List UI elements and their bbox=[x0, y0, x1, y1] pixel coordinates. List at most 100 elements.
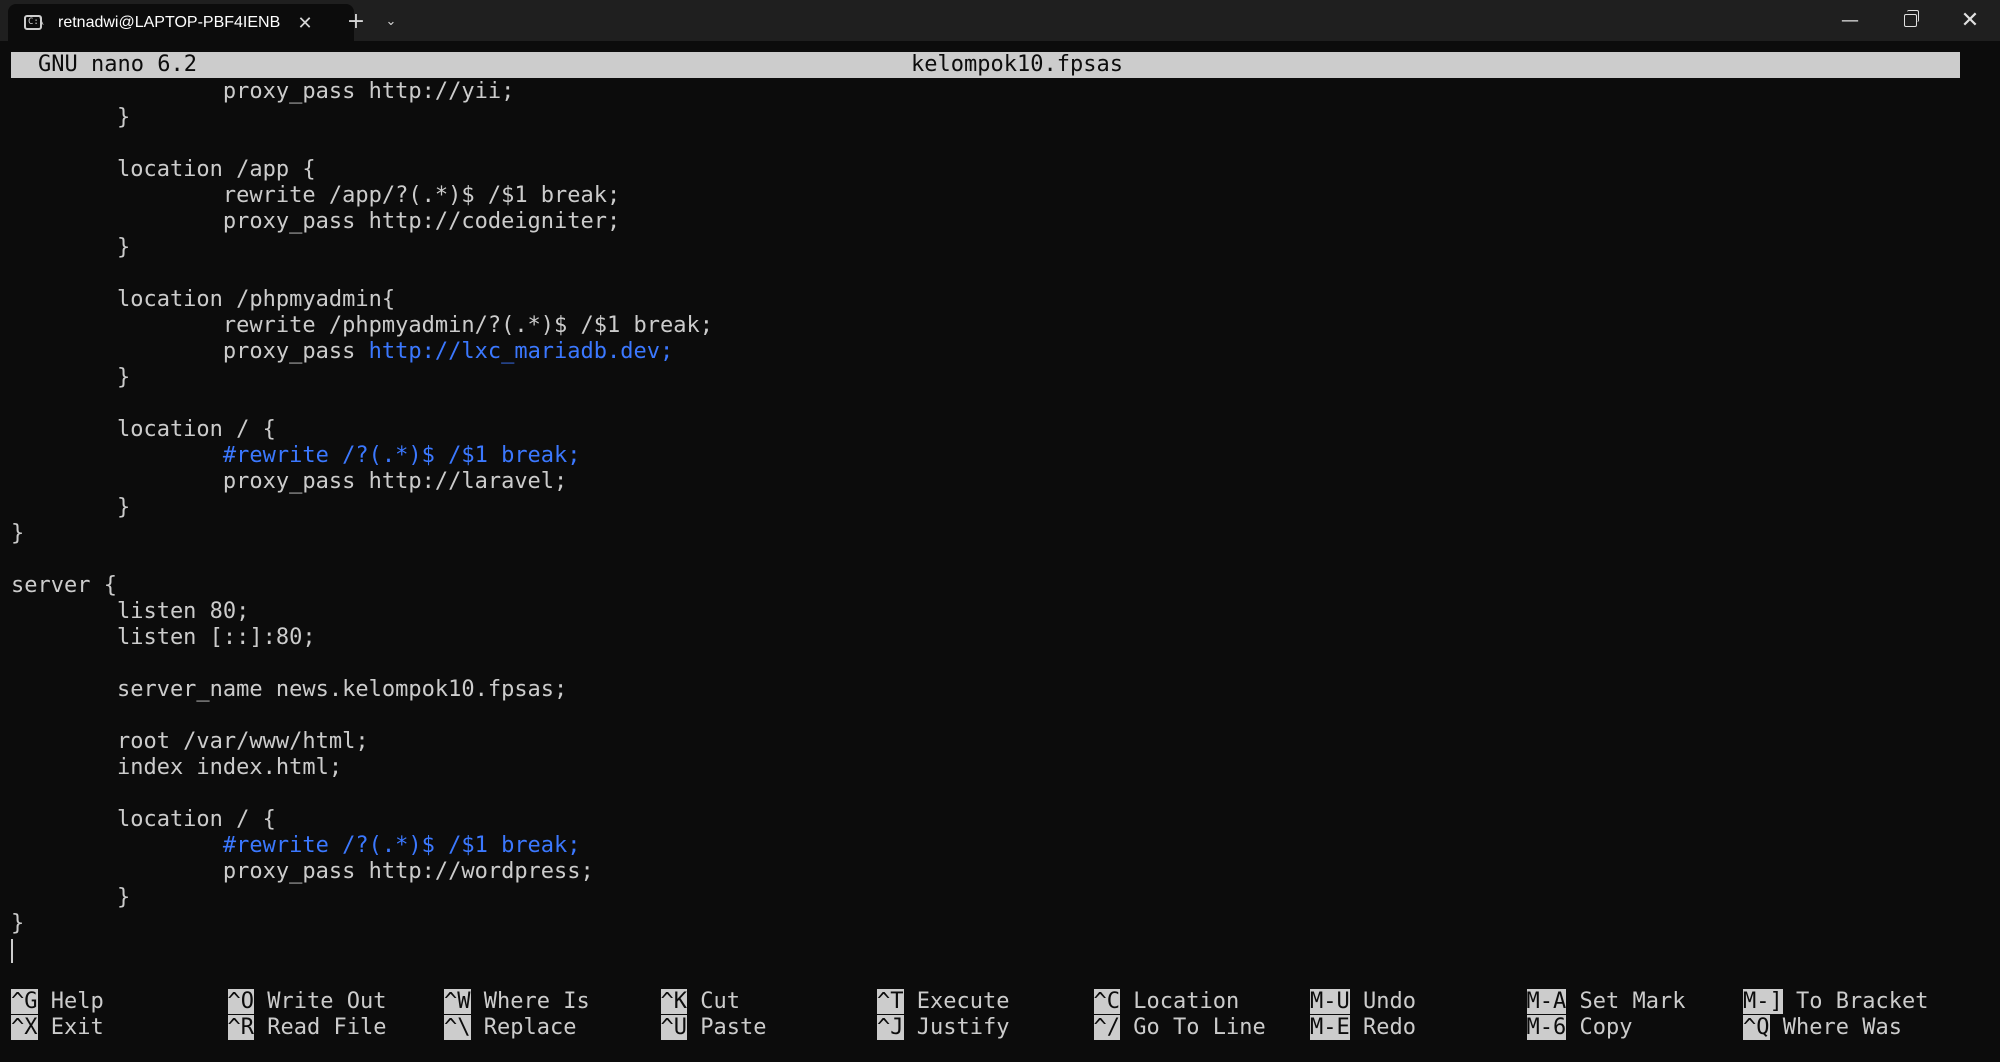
shortcut-where-is[interactable]: ^W Where Is bbox=[444, 989, 590, 1015]
shortcut-label: To Bracket bbox=[1796, 989, 1929, 1014]
editor-line[interactable]: index index.html; bbox=[11, 755, 1991, 781]
editor-line[interactable] bbox=[11, 703, 1991, 729]
shortcut-key: ^/ bbox=[1093, 1015, 1120, 1040]
editor-line[interactable]: location / { bbox=[11, 807, 1991, 833]
shortcut-label: Execute bbox=[916, 989, 1010, 1014]
editor-line-highlight: #rewrite /?(.*)$ /$1 break; bbox=[222, 443, 581, 468]
shortcut-help[interactable]: ^G Help bbox=[11, 989, 104, 1015]
new-tab-plus-icon[interactable]: + bbox=[340, 8, 372, 34]
tab-dropdown-chevron-icon[interactable]: ⌄ bbox=[376, 8, 406, 34]
maximize-restore-button[interactable] bbox=[1880, 0, 1940, 41]
shortcut-key: ^W bbox=[444, 989, 471, 1014]
shortcut-label: Undo bbox=[1363, 989, 1416, 1014]
shortcut-key: M-U bbox=[1310, 989, 1350, 1014]
editor-line[interactable]: proxy_pass http://lxc_mariadb.dev; bbox=[11, 339, 1991, 365]
shortcut-go-to-line[interactable]: ^/ Go To Line bbox=[1093, 1015, 1266, 1041]
shortcut-label: Copy bbox=[1579, 1015, 1633, 1040]
editor-line[interactable]: proxy_pass http://codeigniter; bbox=[11, 209, 1991, 235]
editor-line[interactable]: } bbox=[11, 885, 1991, 911]
editor-line[interactable]: rewrite /phpmyadmin/?(.*)$ /$1 break; bbox=[11, 313, 1991, 339]
shortcut-copy[interactable]: M-6 Copy bbox=[1526, 1015, 1633, 1041]
shortcut-set-mark[interactable]: M-A Set Mark bbox=[1526, 989, 1686, 1015]
shortcut-execute[interactable]: ^T Execute bbox=[877, 989, 1009, 1015]
editor-line[interactable]: root /var/www/html; bbox=[11, 729, 1991, 755]
shortcut-where-was[interactable]: ^Q Where Was bbox=[1743, 1015, 1902, 1041]
editor-line-text: rewrite /app/?(.*)$ /$1 break; bbox=[11, 183, 621, 208]
editor-line-text: } bbox=[11, 885, 131, 910]
editor-line[interactable]: listen 80; bbox=[11, 599, 1991, 625]
shortcut-label: Location bbox=[1133, 989, 1240, 1014]
editor-line[interactable] bbox=[11, 261, 1991, 287]
shortcut-exit[interactable]: ^X Exit bbox=[11, 1015, 104, 1041]
editor-line[interactable]: proxy_pass http://wordpress; bbox=[11, 859, 1991, 885]
shortcut-label: Where Is bbox=[483, 989, 590, 1014]
terminal-tab[interactable]: C:\ retnadwi@LAPTOP-PBF4IENB ✕ bbox=[8, 4, 354, 41]
editor-line[interactable]: location / { bbox=[11, 417, 1991, 443]
nano-title-bar: GNU nano 6.2 kelompok10.fpsas bbox=[11, 52, 1960, 78]
editor-line[interactable]: rewrite /app/?(.*)$ /$1 break; bbox=[11, 183, 1991, 209]
editor-line-highlight: http://lxc_mariadb.dev; bbox=[368, 339, 674, 364]
editor-line[interactable]: } bbox=[11, 911, 1991, 937]
shortcut-write-out[interactable]: ^O Write Out bbox=[227, 989, 387, 1015]
editor-line[interactable]: #rewrite /?(.*)$ /$1 break; bbox=[11, 443, 1991, 469]
editor-line[interactable]: server { bbox=[11, 573, 1991, 599]
editor-line-text: } bbox=[11, 911, 25, 936]
editor-line[interactable]: listen [::]:80; bbox=[11, 625, 1991, 651]
editor-line-text: } bbox=[11, 365, 131, 390]
editor-line-text: } bbox=[11, 105, 131, 130]
editor-line-text: } bbox=[11, 495, 131, 520]
shortcut-key: ^C bbox=[1093, 989, 1120, 1014]
editor-line[interactable]: } bbox=[11, 105, 1991, 131]
shortcut-location[interactable]: ^C Location bbox=[1093, 989, 1240, 1015]
editor-line[interactable] bbox=[11, 391, 1991, 417]
shortcut-key: ^O bbox=[227, 989, 254, 1014]
shortcut-paste[interactable]: ^U Paste bbox=[660, 1015, 766, 1041]
shortcut-key: M-] bbox=[1743, 989, 1783, 1014]
shortcut-undo[interactable]: M-U Undo bbox=[1310, 989, 1416, 1015]
editor-line[interactable] bbox=[11, 131, 1991, 157]
editor-line[interactable]: } bbox=[11, 365, 1991, 391]
editor-line[interactable]: proxy_pass http://laravel; bbox=[11, 469, 1991, 495]
editor-line[interactable]: location /app { bbox=[11, 157, 1991, 183]
editor-line[interactable]: } bbox=[11, 521, 1991, 547]
shortcut-key: M-6 bbox=[1526, 1015, 1567, 1040]
editor-line[interactable]: } bbox=[11, 495, 1991, 521]
shortcut-cut[interactable]: ^K Cut bbox=[660, 989, 740, 1015]
editor-line-highlight: #rewrite /?(.*)$ /$1 break; bbox=[222, 833, 581, 858]
close-window-button[interactable]: ✕ bbox=[1940, 0, 2000, 41]
editor-line-text: proxy_pass bbox=[11, 339, 369, 364]
editor-line[interactable]: } bbox=[11, 235, 1991, 261]
shortcut-to-bracket[interactable]: M-] To Bracket bbox=[1743, 989, 1928, 1015]
editor-line[interactable] bbox=[11, 781, 1991, 807]
editor-line-text bbox=[11, 833, 223, 858]
shortcut-label: Write Out bbox=[267, 989, 387, 1014]
tab-title: retnadwi@LAPTOP-PBF4IENB bbox=[58, 14, 281, 31]
editor-line-text: listen [::]:80; bbox=[11, 625, 316, 650]
shortcut-label: Replace bbox=[483, 1015, 577, 1040]
minimize-button[interactable]: — bbox=[1820, 0, 1880, 41]
shortcut-redo[interactable]: M-E Redo bbox=[1310, 1015, 1416, 1041]
shortcut-read-file[interactable]: ^R Read File bbox=[227, 1015, 386, 1041]
editor-line-text: location /phpmyadmin{ bbox=[11, 287, 396, 312]
terminal-icon: C:\ bbox=[24, 15, 44, 30]
nano-shortcut-bar: ^G Help ^O Write Out ^W Where Is ^K Cut ^T E… bbox=[11, 989, 1991, 1041]
shortcut-label: Redo bbox=[1363, 1015, 1416, 1040]
editor-line-text: proxy_pass http://laravel; bbox=[11, 469, 568, 494]
editor-buffer[interactable]: proxy_pass http://yii; } location /app {… bbox=[11, 79, 1991, 937]
editor-line[interactable]: #rewrite /?(.*)$ /$1 break; bbox=[11, 833, 1991, 859]
shortcut-justify[interactable]: ^J Justify bbox=[877, 1015, 1009, 1041]
editor-line-text: index index.html; bbox=[11, 755, 343, 780]
editor-line-text: listen 80; bbox=[11, 599, 250, 624]
editor-line[interactable]: proxy_pass http://yii; bbox=[11, 79, 1991, 105]
nano-filename: kelompok10.fpsas bbox=[911, 52, 1123, 77]
editor-line[interactable]: server_name news.kelompok10.fpsas; bbox=[11, 677, 1991, 703]
shortcut-key: M-A bbox=[1526, 989, 1567, 1014]
tab-close-icon[interactable]: ✕ bbox=[293, 11, 317, 35]
shortcut-key: ^J bbox=[877, 1015, 904, 1040]
shortcut-label: Set Mark bbox=[1579, 989, 1686, 1014]
editor-line[interactable] bbox=[11, 547, 1991, 573]
editor-line[interactable] bbox=[11, 651, 1991, 677]
terminal-area[interactable]: GNU nano 6.2 kelompok10.fpsas proxy_pass… bbox=[0, 41, 2000, 1062]
shortcut-replace[interactable]: ^\ Replace bbox=[444, 1015, 576, 1041]
editor-line[interactable]: location /phpmyadmin{ bbox=[11, 287, 1991, 313]
